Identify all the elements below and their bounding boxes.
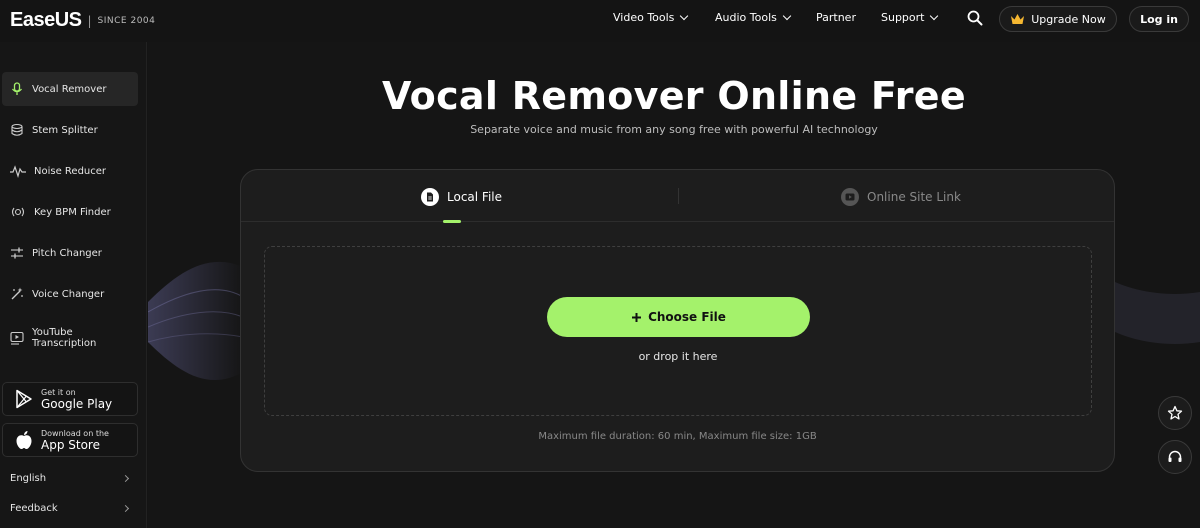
sidebar-item-label: Vocal Remover: [32, 83, 107, 95]
sidebar-item-label: Noise Reducer: [34, 165, 107, 177]
upgrade-label: Upgrade Now: [1031, 12, 1106, 26]
google-play-big: Google Play: [41, 396, 113, 411]
google-play-button[interactable]: Get it on Google Play: [2, 382, 138, 416]
google-play-icon: [16, 389, 32, 409]
chevron-right-icon: [121, 504, 130, 513]
active-tab-indicator: [443, 220, 461, 223]
nav-video-tools[interactable]: Video Tools: [613, 11, 689, 24]
page-title: Vocal Remover Online Free: [382, 74, 966, 118]
link-video-icon: [841, 188, 859, 206]
sliders-icon: [11, 247, 23, 259]
language-label: English: [10, 473, 47, 484]
chevron-down-icon: [930, 11, 939, 20]
tab-label: Online Site Link: [867, 190, 961, 204]
page-subtitle: Separate voice and music from any song f…: [470, 123, 878, 136]
feedback-label: Feedback: [10, 503, 58, 514]
choose-file-button[interactable]: Choose File: [547, 297, 810, 337]
sidebar-item-label: Key BPM Finder: [34, 206, 111, 218]
tab-label: Local File: [447, 190, 502, 204]
sidebar-item-label: Pitch Changer: [32, 247, 102, 259]
google-play-small: Get it on: [41, 387, 76, 397]
app-store-text: Download on the App Store: [41, 429, 109, 452]
sidebar: Vocal Remover Stem Splitter Noise Reduce…: [0, 42, 147, 528]
feedback-link[interactable]: Feedback: [10, 503, 130, 514]
support-chat-button[interactable]: [1158, 440, 1192, 474]
language-selector[interactable]: English: [10, 473, 130, 484]
drop-hint: or drop it here: [638, 350, 718, 363]
main-content: Vocal Remover Online Free Separate voice…: [148, 42, 1200, 528]
login-button[interactable]: Log in: [1129, 6, 1189, 32]
tab-divider: [678, 188, 679, 204]
plus-icon: [632, 312, 642, 322]
microphone-icon: [11, 82, 23, 95]
apple-icon: [16, 431, 32, 449]
file-icon: [421, 188, 439, 206]
sidebar-item-label: YouTube Transcription: [32, 327, 96, 349]
headset-icon: [1168, 450, 1182, 462]
sidebar-item-key-bpm-finder[interactable]: Key BPM Finder: [2, 195, 138, 229]
logo-since: SINCE 2004: [97, 15, 156, 26]
waveform-icon: [10, 165, 26, 178]
sidebar-item-stem-splitter[interactable]: Stem Splitter: [2, 113, 138, 147]
chevron-down-icon: [782, 11, 792, 20]
upload-card: Local File Online Site Link Choose File: [240, 169, 1115, 472]
nav-label: Partner: [816, 11, 856, 24]
nav-audio-tools[interactable]: Audio Tools: [715, 11, 792, 24]
nav-label: Audio Tools: [715, 11, 777, 24]
sidebar-item-pitch-changer[interactable]: Pitch Changer: [2, 236, 138, 270]
sidebar-item-label-line1: YouTube: [32, 327, 73, 338]
crown-icon: [1011, 14, 1025, 24]
radar-icon: [11, 207, 25, 217]
search-icon[interactable]: [967, 10, 983, 26]
app-store-small: Download on the: [41, 428, 109, 438]
tab-local-file[interactable]: Local File: [421, 188, 502, 206]
magic-wand-icon: [11, 287, 23, 300]
nav-label: Support: [881, 11, 925, 24]
nav-label: Video Tools: [613, 11, 675, 24]
logo-separator: |: [87, 13, 92, 28]
top-header: EaseUS | SINCE 2004 Video Tools Audio To…: [0, 0, 1200, 42]
sidebar-item-label-line2: Transcription: [32, 338, 97, 349]
nav-partner[interactable]: Partner: [816, 11, 856, 24]
app-store-button[interactable]: Download on the App Store: [2, 423, 138, 457]
sidebar-item-vocal-remover[interactable]: Vocal Remover: [2, 72, 138, 106]
logo-wordmark: EaseUS: [10, 9, 82, 31]
app-store-big: App Store: [41, 437, 100, 452]
file-drop-zone[interactable]: Choose File or drop it here: [264, 246, 1092, 416]
nav-support[interactable]: Support: [881, 11, 939, 24]
chevron-down-icon: [680, 11, 689, 20]
sidebar-item-label: Voice Changer: [32, 288, 105, 300]
file-limits-note: Maximum file duration: 60 min, Maximum f…: [538, 431, 817, 442]
favorite-button[interactable]: [1158, 396, 1192, 430]
google-play-text: Get it on Google Play: [41, 388, 112, 411]
brand-logo[interactable]: EaseUS | SINCE 2004: [10, 9, 155, 32]
sidebar-item-voice-changer[interactable]: Voice Changer: [2, 277, 138, 311]
sidebar-item-youtube-transcription[interactable]: YouTube Transcription: [2, 321, 138, 355]
sidebar-item-label: Stem Splitter: [32, 124, 98, 136]
upgrade-now-button[interactable]: Upgrade Now: [999, 6, 1117, 32]
chevron-right-icon: [121, 474, 130, 483]
choose-file-label: Choose File: [648, 310, 726, 324]
upload-tabs: Local File Online Site Link: [241, 170, 1114, 223]
sidebar-item-noise-reducer[interactable]: Noise Reducer: [2, 154, 138, 188]
video-text-icon: [10, 331, 24, 345]
star-icon: [1167, 405, 1183, 420]
stack-icon: [11, 123, 23, 136]
tab-online-site-link[interactable]: Online Site Link: [841, 188, 961, 206]
